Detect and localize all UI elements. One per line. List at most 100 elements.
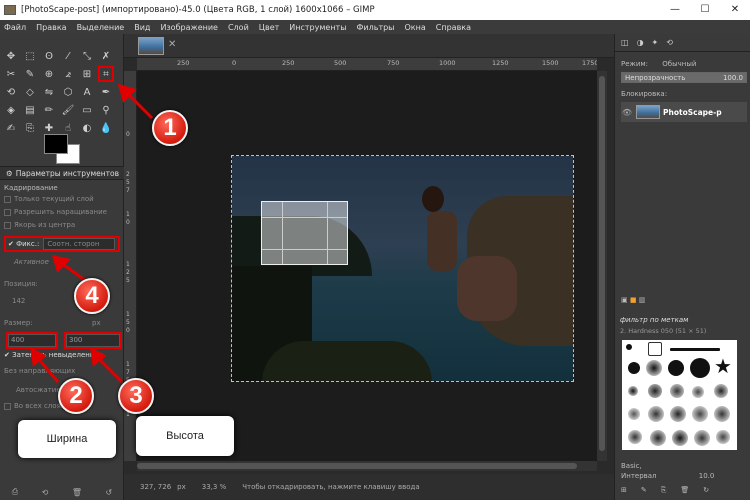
autoshrink-button[interactable]: Автосжатие: [16, 386, 61, 394]
maximize-button[interactable]: ☐: [690, 0, 720, 20]
duplicate-icon[interactable]: ⎘: [661, 486, 667, 495]
brush-item-selected[interactable]: [648, 342, 662, 356]
cage-icon[interactable]: ⬡: [60, 84, 76, 100]
all-layers-option[interactable]: Во всех слоях: [4, 402, 65, 410]
allow-growing-option[interactable]: Разрешить наращивание: [4, 208, 107, 216]
checkbox[interactable]: [4, 402, 11, 410]
zoom-select[interactable]: 33,3 %: [202, 483, 226, 491]
paths-tab-icon[interactable]: ✦: [652, 38, 659, 47]
flip-icon[interactable]: ⇋: [41, 84, 57, 100]
menu-image[interactable]: Изображение: [160, 23, 218, 32]
bucket-fill-icon[interactable]: ◈: [3, 102, 19, 118]
lasso-icon[interactable]: ʘ: [41, 48, 57, 64]
delete-preset-icon[interactable]: 🗑: [72, 488, 82, 497]
menu-layer[interactable]: Слой: [228, 23, 249, 32]
star-brush-icon[interactable]: ★: [714, 354, 732, 378]
brush-item[interactable]: [650, 430, 666, 446]
fixed-checkbox-label[interactable]: ✔ Фикс.:: [8, 240, 39, 248]
measure-icon[interactable]: ⦨: [60, 66, 76, 82]
mode-select[interactable]: Обычный: [662, 60, 696, 68]
edit-icon[interactable]: ✎: [641, 486, 647, 495]
crop-rectangle[interactable]: [261, 201, 348, 265]
rect-select-icon[interactable]: ⬚: [22, 48, 38, 64]
brush-item[interactable]: [646, 360, 662, 376]
save-preset-icon[interactable]: ⎙: [12, 487, 18, 497]
guides-select[interactable]: Без направляющих: [4, 367, 75, 375]
brush-item[interactable]: [672, 430, 688, 446]
gradient-icon[interactable]: ▤: [22, 102, 38, 118]
layers-tab-icon[interactable]: ◫: [621, 38, 629, 47]
color-swatches[interactable]: [40, 134, 85, 169]
menu-help[interactable]: Справка: [436, 23, 471, 32]
clone-icon[interactable]: ⎘: [22, 120, 38, 136]
fixed-aspect-row[interactable]: ✔ Фикс.: Соотн. сторон: [4, 236, 120, 252]
checkbox[interactable]: [4, 195, 11, 203]
refresh-icon[interactable]: ↻: [703, 486, 709, 495]
color-picker-icon[interactable]: ✎: [22, 66, 38, 82]
layer-name[interactable]: PhotoScape-p: [663, 108, 722, 117]
spacing-value[interactable]: 10.0: [699, 472, 715, 480]
brush-item[interactable]: [670, 384, 684, 398]
pattern-swatch-icon[interactable]: ■: [630, 296, 637, 304]
ink-icon[interactable]: ✍: [3, 120, 19, 136]
brush-item[interactable]: [670, 348, 720, 351]
menu-select[interactable]: Выделение: [77, 23, 125, 32]
checkbox[interactable]: [4, 208, 11, 216]
menu-tools[interactable]: Инструменты: [289, 23, 346, 32]
brush-item[interactable]: [628, 430, 642, 444]
path-icon[interactable]: ✒: [98, 84, 114, 100]
foreground-color[interactable]: [44, 134, 68, 154]
close-button[interactable]: ✕: [720, 0, 750, 20]
image-tab-thumbnail[interactable]: [138, 37, 164, 55]
brush-grid[interactable]: ★: [622, 340, 737, 450]
brush-swatch-icon[interactable]: ▣: [621, 296, 628, 304]
brush-item[interactable]: [670, 406, 686, 422]
gradient-swatch-icon[interactable]: ▥: [639, 296, 646, 304]
layer-row[interactable]: 👁 PhotoScape-p: [621, 102, 747, 122]
photo-layer[interactable]: [231, 155, 574, 382]
perspective-icon[interactable]: ◇: [22, 84, 38, 100]
brush-item[interactable]: [668, 360, 684, 376]
pencil-icon[interactable]: ✏: [41, 102, 57, 118]
brush-item[interactable]: [714, 406, 730, 422]
scissors-icon[interactable]: ✂: [3, 66, 19, 82]
only-current-layer-option[interactable]: Только текущий слой: [4, 195, 94, 203]
highlight-option[interactable]: ✔ Затенить невыделенное: [4, 351, 103, 359]
brush-item[interactable]: [692, 386, 704, 398]
restore-preset-icon[interactable]: ⟲: [42, 488, 49, 497]
size-unit-select[interactable]: px: [92, 319, 101, 327]
transform-icon[interactable]: ⤡: [79, 48, 95, 64]
reset-icon[interactable]: ↺: [106, 488, 113, 497]
zoom-icon[interactable]: ⊕: [41, 66, 57, 82]
blur-icon[interactable]: 💧: [98, 120, 114, 136]
delete-icon[interactable]: 🗑: [680, 486, 689, 495]
channels-tab-icon[interactable]: ◑: [637, 38, 644, 47]
brush-item[interactable]: [628, 386, 638, 396]
unit-select[interactable]: px: [177, 483, 186, 491]
checkbox[interactable]: [4, 221, 11, 229]
rotate-icon[interactable]: ⟲: [3, 84, 19, 100]
brush-item[interactable]: [692, 406, 708, 422]
menu-windows[interactable]: Окна: [405, 23, 426, 32]
brush-item[interactable]: [648, 384, 662, 398]
brush-item[interactable]: [626, 344, 632, 350]
brush-item[interactable]: [648, 406, 664, 422]
move-tool-icon[interactable]: ✥: [3, 48, 19, 64]
menu-edit[interactable]: Правка: [36, 23, 66, 32]
text-tool-icon[interactable]: A: [79, 84, 95, 100]
mode-row[interactable]: Режим: Обычный: [621, 60, 696, 68]
close-tab-icon[interactable]: ✕: [168, 39, 176, 50]
brush-item[interactable]: [628, 362, 640, 374]
crop-tool-icon[interactable]: ⌗: [98, 66, 114, 82]
brush-item[interactable]: [690, 358, 710, 378]
position-x-field[interactable]: 142: [12, 297, 25, 305]
brush-item[interactable]: [716, 430, 730, 444]
brush-item[interactable]: [628, 408, 640, 420]
eraser-icon[interactable]: ▭: [79, 102, 95, 118]
spacing-row[interactable]: Интервал 10.0: [621, 472, 714, 480]
menu-filters[interactable]: Фильтры: [357, 23, 395, 32]
horizontal-scrollbar[interactable]: [137, 461, 597, 471]
visibility-eye-icon[interactable]: 👁: [621, 108, 633, 117]
brush-item[interactable]: [714, 384, 728, 398]
undo-tab-icon[interactable]: ⟲: [666, 38, 673, 47]
